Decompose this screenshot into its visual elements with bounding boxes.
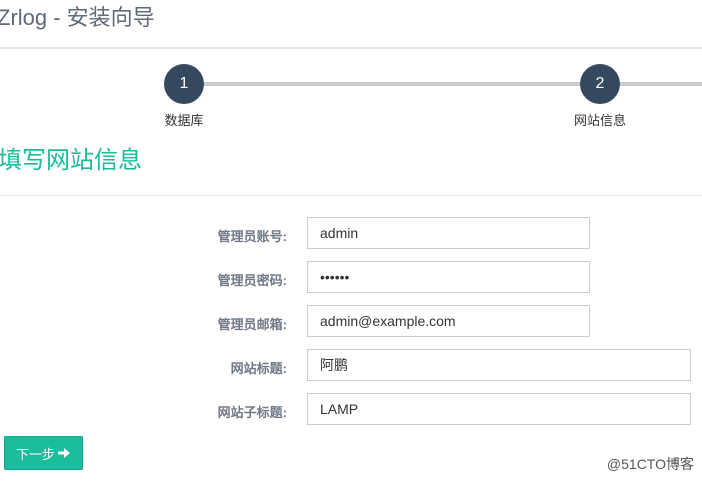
admin-email-input[interactable] bbox=[307, 305, 590, 337]
step-1-circle: 1 bbox=[164, 64, 204, 104]
header-divider bbox=[0, 47, 702, 49]
admin-password-label: 管理员密码: bbox=[217, 273, 287, 288]
arrow-right-icon bbox=[58, 448, 70, 458]
admin-email-label: 管理员邮箱: bbox=[217, 317, 287, 332]
site-subtitle-input[interactable] bbox=[307, 393, 691, 425]
stepper-progress-line bbox=[184, 82, 702, 86]
section-divider bbox=[0, 195, 702, 196]
watermark: @51CTO博客 bbox=[606, 456, 694, 472]
install-wizard-page: Zrlog - 安装向导 1 数据库 2 网站信息 填写网站信息 管理员账号: … bbox=[0, 0, 702, 481]
admin-account-input[interactable] bbox=[307, 217, 590, 249]
site-title-input[interactable] bbox=[307, 349, 691, 381]
app-title: Zrlog - 安装向导 bbox=[0, 5, 155, 30]
step-1-label: 数据库 bbox=[164, 113, 204, 128]
site-subtitle-label: 网站子标题: bbox=[217, 405, 287, 420]
step-2-label: 网站信息 bbox=[573, 113, 626, 128]
site-title-label: 网站标题: bbox=[230, 361, 287, 376]
step-2-circle: 2 bbox=[580, 64, 620, 104]
section-heading: 填写网站信息 bbox=[0, 147, 142, 174]
admin-account-label: 管理员账号: bbox=[217, 229, 287, 244]
admin-password-input[interactable] bbox=[307, 261, 590, 293]
next-step-button[interactable]: 下一步 bbox=[4, 436, 83, 470]
next-step-label: 下一步 bbox=[15, 446, 55, 462]
